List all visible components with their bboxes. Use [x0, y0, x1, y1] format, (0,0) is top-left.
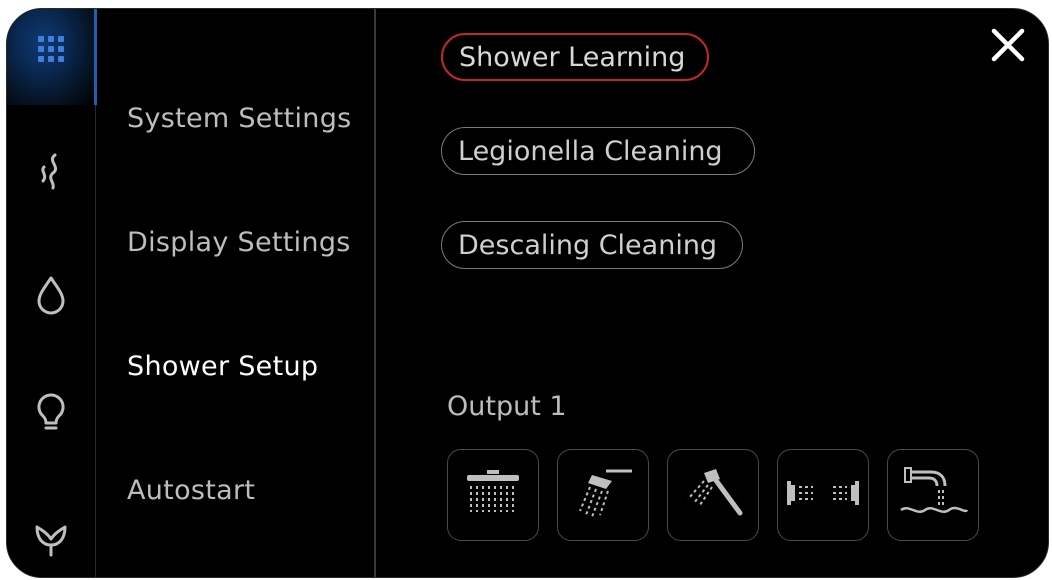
icon-rail: [7, 9, 97, 577]
overhead-shower-icon: [572, 465, 634, 525]
settings-panel: System Settings Display Settings Shower …: [6, 8, 1049, 578]
descaling-cleaning-button[interactable]: Descaling Cleaning: [441, 221, 743, 269]
water-drop-icon[interactable]: [31, 275, 71, 315]
rail-active-indicator: [94, 9, 97, 105]
menu-item-display-settings[interactable]: Display Settings: [127, 227, 351, 258]
steam-icon[interactable]: [31, 151, 71, 191]
aroma-flower-icon[interactable]: [31, 519, 71, 559]
overhead-shower-tile[interactable]: [557, 449, 649, 541]
rail-divider: [95, 105, 96, 577]
bath-spout-icon: [897, 462, 969, 528]
apps-grid-icon[interactable]: [31, 29, 71, 69]
hand-shower-tile[interactable]: [667, 449, 759, 541]
hand-shower-icon: [682, 465, 744, 525]
lightbulb-icon[interactable]: [31, 393, 71, 433]
menu-item-autostart[interactable]: Autostart: [127, 475, 255, 506]
body-jets-tile[interactable]: [777, 449, 869, 541]
menu-item-shower-setup[interactable]: Shower Setup: [127, 351, 318, 382]
close-icon[interactable]: [986, 23, 1030, 67]
shower-learning-button[interactable]: Shower Learning: [441, 33, 709, 81]
output-label: Output 1: [447, 391, 567, 422]
legionella-cleaning-button[interactable]: Legionella Cleaning: [441, 127, 755, 175]
rain-shower-tile[interactable]: [447, 449, 539, 541]
rain-shower-icon: [463, 468, 523, 522]
bath-spout-tile[interactable]: [887, 449, 979, 541]
body-jets-icon: [783, 473, 863, 517]
menu-item-system-settings[interactable]: System Settings: [127, 103, 352, 134]
menu-divider: [374, 9, 376, 577]
